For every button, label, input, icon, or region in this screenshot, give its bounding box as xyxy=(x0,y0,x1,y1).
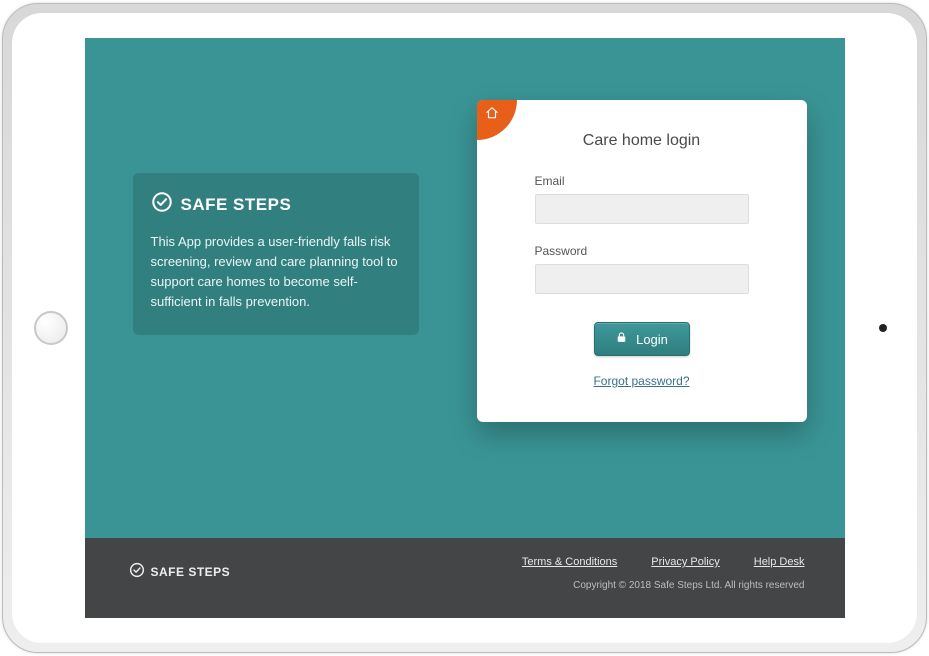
info-description: This App provides a user-friendly falls … xyxy=(151,232,401,313)
help-desk-link[interactable]: Help Desk xyxy=(754,556,805,568)
app-screen: SAFE STEPS This App provides a user-frie… xyxy=(85,38,845,618)
forgot-password-link[interactable]: Forgot password? xyxy=(535,374,749,388)
password-label: Password xyxy=(535,244,749,258)
content-area: SAFE STEPS This App provides a user-frie… xyxy=(85,38,845,538)
check-shield-icon xyxy=(129,562,145,581)
privacy-link[interactable]: Privacy Policy xyxy=(651,556,719,568)
tablet-frame: SAFE STEPS This App provides a user-frie… xyxy=(2,3,927,653)
brand-name: SAFE STEPS xyxy=(181,195,292,215)
footer-links: Terms & Conditions Privacy Policy Help D… xyxy=(522,556,805,568)
terms-link[interactable]: Terms & Conditions xyxy=(522,556,617,568)
login-title: Care home login xyxy=(477,100,807,150)
tablet-bezel: SAFE STEPS This App provides a user-frie… xyxy=(12,13,917,643)
login-button-label: Login xyxy=(636,332,668,347)
tablet-home-button[interactable] xyxy=(34,311,68,345)
home-icon xyxy=(485,106,499,125)
info-card: SAFE STEPS This App provides a user-frie… xyxy=(133,173,419,335)
tablet-camera xyxy=(879,324,887,332)
footer-brand-name: SAFE STEPS xyxy=(151,565,231,579)
footer: SAFE STEPS Terms & Conditions Privacy Po… xyxy=(85,538,845,618)
copyright-text: Copyright © 2018 Safe Steps Ltd. All rig… xyxy=(573,580,804,591)
lock-icon xyxy=(615,331,628,347)
footer-brand-logo: SAFE STEPS xyxy=(129,562,231,581)
login-form: Email Password Login xyxy=(477,150,807,388)
password-field[interactable] xyxy=(535,264,749,294)
login-card: Care home login Email Password xyxy=(477,100,807,422)
email-label: Email xyxy=(535,174,749,188)
email-field[interactable] xyxy=(535,194,749,224)
brand-logo: SAFE STEPS xyxy=(151,191,401,218)
check-shield-icon xyxy=(151,191,173,218)
login-button[interactable]: Login xyxy=(594,322,690,356)
